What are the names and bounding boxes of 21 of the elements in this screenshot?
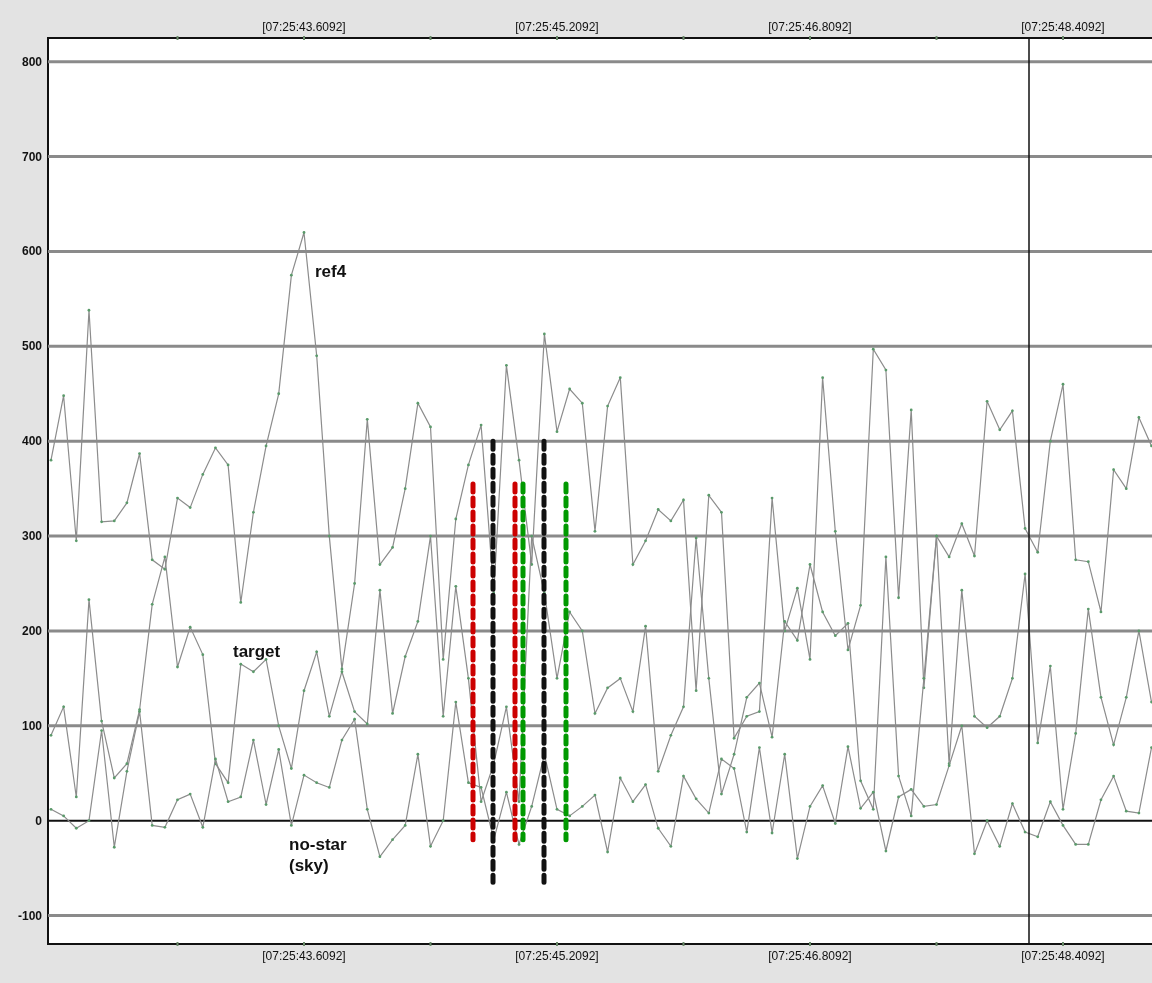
y-tick-label: 0	[35, 813, 42, 828]
y-tick-label: -100	[17, 908, 42, 923]
y-tick-label: 700	[21, 149, 42, 164]
y-tick-label: 600	[21, 244, 42, 259]
y-tick-label: 400	[21, 434, 42, 449]
series-label: ref4	[315, 261, 348, 282]
y-tick-label: 100	[21, 718, 42, 733]
x-tick-label: [07:25:43.6092]	[262, 949, 346, 963]
x-tick-label: [07:25:45.2092]	[515, 20, 599, 34]
x-tick-label: [07:25:46.8092]	[768, 949, 852, 963]
y-tick-label: 500	[21, 339, 42, 354]
x-tick-label: [07:25:43.6092]	[262, 20, 346, 34]
y-tick-label: 800	[21, 54, 42, 69]
y-tick-label: 200	[21, 623, 42, 638]
x-tick-label: [07:25:45.2092]	[515, 949, 599, 963]
series-label: no-star (sky)	[289, 834, 348, 876]
y-tick-label: 300	[21, 529, 42, 544]
x-tick-label: [07:25:48.4092]	[1021, 20, 1105, 34]
series-label: target	[233, 641, 282, 662]
x-tick-label: [07:25:46.8092]	[768, 20, 852, 34]
x-tick-label: [07:25:48.4092]	[1021, 949, 1105, 963]
